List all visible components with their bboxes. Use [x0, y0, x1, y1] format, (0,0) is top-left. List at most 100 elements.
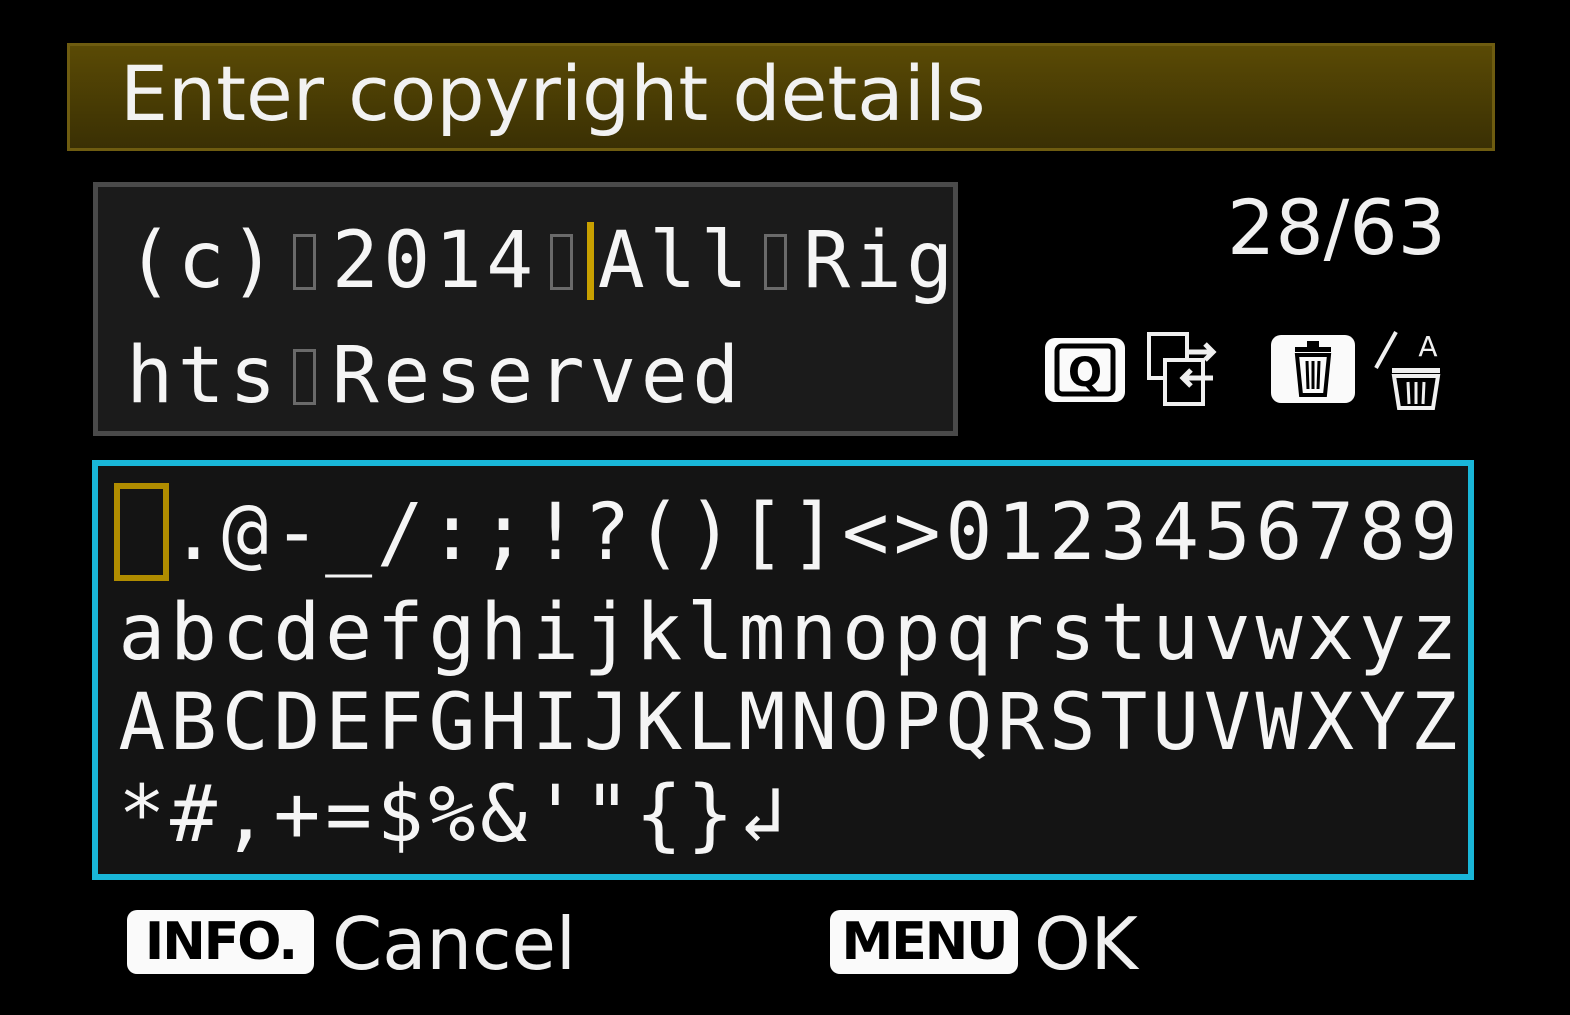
key-char[interactable]: # [168, 776, 220, 854]
menu-button[interactable]: MENU [830, 910, 1018, 974]
key-char[interactable]: { [633, 776, 685, 854]
key-char[interactable]: G [426, 684, 478, 762]
key-char[interactable]: j [581, 594, 633, 672]
key-char[interactable]: z [1408, 594, 1460, 672]
key-char[interactable]: 4 [1150, 494, 1202, 572]
key-char[interactable]: i [530, 594, 582, 672]
palette-row-special: * #, + = $% & ' "{} ↲ [116, 776, 788, 854]
key-char[interactable]: C [219, 684, 271, 762]
key-char[interactable]: 9 [1408, 494, 1460, 572]
key-space[interactable] [116, 494, 168, 572]
key-char[interactable]: Q [943, 684, 995, 762]
key-char[interactable]: B [168, 684, 220, 762]
key-char[interactable]: l [685, 594, 737, 672]
key-char[interactable]: I [530, 684, 582, 762]
key-char[interactable]: h [478, 594, 530, 672]
key-char[interactable]: 1 [995, 494, 1047, 572]
key-char[interactable]: _ [323, 494, 375, 572]
key-char[interactable]: ! [530, 494, 582, 572]
key-char[interactable]: N [788, 684, 840, 762]
key-char[interactable]: T [1098, 684, 1150, 762]
entered-char: 0 [383, 216, 431, 306]
key-char[interactable]: S [1046, 684, 1098, 762]
key-char[interactable]: L [685, 684, 737, 762]
key-char[interactable]: Y [1357, 684, 1409, 762]
key-char[interactable]: U [1150, 684, 1202, 762]
key-char[interactable]: 5 [1201, 494, 1253, 572]
key-char[interactable]: R [995, 684, 1047, 762]
key-char[interactable]: / [374, 494, 426, 572]
key-char[interactable]: O [840, 684, 892, 762]
key-char[interactable]: " [581, 776, 633, 854]
entered-char: d [692, 331, 740, 421]
key-char[interactable]: Z [1408, 684, 1460, 762]
key-char[interactable]: } [685, 776, 737, 854]
key-char[interactable]: [ [736, 494, 788, 572]
key-char[interactable]: ; [478, 494, 530, 572]
key-char[interactable]: X [1305, 684, 1357, 762]
key-char[interactable]: d [271, 594, 323, 672]
key-char[interactable]: * [116, 776, 168, 854]
key-char[interactable]: E [323, 684, 375, 762]
key-char[interactable]: 0 [943, 494, 995, 572]
key-char[interactable]: % [426, 776, 478, 854]
key-char[interactable]: k [633, 594, 685, 672]
info-button[interactable]: INFO. [127, 910, 314, 974]
key-char[interactable]: H [478, 684, 530, 762]
key-char[interactable]: r [995, 594, 1047, 672]
key-char[interactable]: b [168, 594, 220, 672]
key-char[interactable]: o [840, 594, 892, 672]
key-newline[interactable]: ↲ [736, 776, 788, 854]
key-char[interactable]: @ [219, 494, 271, 572]
key-char[interactable]: y [1357, 594, 1409, 672]
key-char[interactable]: > [891, 494, 943, 572]
key-char[interactable]: t [1098, 594, 1150, 672]
key-char[interactable]: q [943, 594, 995, 672]
key-char[interactable]: ? [581, 494, 633, 572]
key-char[interactable]: u [1150, 594, 1202, 672]
key-char[interactable]: c [219, 594, 271, 672]
key-char[interactable]: < [840, 494, 892, 572]
entered-char: l [649, 216, 697, 306]
key-char[interactable]: + [271, 776, 323, 854]
key-char[interactable]: f [374, 594, 426, 672]
character-palette[interactable]: . @ - _ /:;!?()[] < >0 1 2 3 4 5 6 7 8 9 abcdefghijklmn… [92, 460, 1474, 880]
key-char[interactable]: ] [788, 494, 840, 572]
key-char[interactable]: = [323, 776, 375, 854]
key-char[interactable]: 2 [1046, 494, 1098, 572]
key-char[interactable]: M [736, 684, 788, 762]
key-char[interactable]: g [426, 594, 478, 672]
key-char[interactable]: P [891, 684, 943, 762]
key-char[interactable]: W [1253, 684, 1305, 762]
key-char[interactable]: ( [633, 494, 685, 572]
key-char[interactable]: F [374, 684, 426, 762]
key-char[interactable]: x [1305, 594, 1357, 672]
key-char[interactable]: . [168, 494, 220, 572]
key-char[interactable]: n [788, 594, 840, 672]
key-char[interactable]: 7 [1305, 494, 1357, 572]
key-char[interactable]: A [116, 684, 168, 762]
key-char[interactable]: , [219, 776, 271, 854]
key-char[interactable]: a [116, 594, 168, 672]
key-char[interactable]: 8 [1357, 494, 1409, 572]
key-char[interactable]: s [1046, 594, 1098, 672]
key-char[interactable]: D [271, 684, 323, 762]
space-marker [549, 234, 573, 290]
key-char[interactable]: : [426, 494, 478, 572]
key-char[interactable]: v [1201, 594, 1253, 672]
key-char[interactable]: ) [685, 494, 737, 572]
key-char[interactable]: & [478, 776, 530, 854]
key-char[interactable]: $ [374, 776, 426, 854]
key-char[interactable]: p [891, 594, 943, 672]
key-char[interactable]: J [581, 684, 633, 762]
key-char[interactable]: e [323, 594, 375, 672]
key-char[interactable]: V [1201, 684, 1253, 762]
key-char[interactable]: ' [530, 776, 582, 854]
key-char[interactable]: m [736, 594, 788, 672]
key-char[interactable]: 3 [1098, 494, 1150, 572]
text-input-box[interactable]: (c) 2 0 1 4 Al l Ri g htsReserved [93, 182, 958, 436]
key-char[interactable]: K [633, 684, 685, 762]
key-char[interactable]: 6 [1253, 494, 1305, 572]
key-char[interactable]: w [1253, 594, 1305, 672]
key-char[interactable]: - [271, 494, 323, 572]
